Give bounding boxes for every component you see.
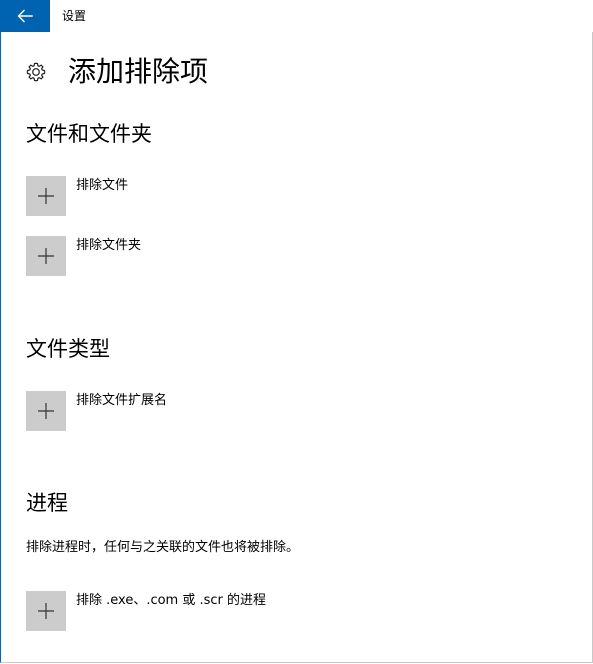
plus-tile: [26, 236, 66, 276]
plus-icon: [38, 188, 54, 204]
exclude-file-button[interactable]: 排除文件: [26, 176, 128, 216]
exclude-process-label: 排除 .exe、.com 或 .scr 的进程: [76, 593, 267, 608]
back-button[interactable]: [0, 0, 50, 32]
exclude-process-button[interactable]: 排除 .exe、.com 或 .scr 的进程: [26, 591, 266, 631]
plus-tile: [26, 391, 66, 431]
plus-icon: [38, 403, 54, 419]
section-heading-file-types: 文件类型: [26, 337, 110, 361]
page-header: 添加排除项: [25, 52, 208, 92]
plus-tile: [26, 176, 66, 216]
plus-icon: [38, 603, 54, 619]
window-title: 设置: [62, 9, 87, 23]
exclude-file-label: 排除文件: [76, 178, 129, 193]
plus-tile: [26, 591, 66, 631]
window-frame: [0, 0, 593, 663]
back-arrow-icon: [17, 9, 33, 23]
page-title: 添加排除项: [68, 55, 209, 88]
section-heading-processes: 进程: [26, 491, 68, 515]
plus-icon: [38, 248, 54, 264]
exclude-folder-label: 排除文件夹: [76, 238, 142, 253]
title-bar: 设置: [0, 0, 593, 32]
section-heading-files: 文件和文件夹: [26, 122, 152, 146]
exclude-folder-button[interactable]: 排除文件夹: [26, 236, 141, 276]
processes-description: 排除进程时，任何与之关联的文件也将被排除。: [26, 540, 300, 555]
exclude-extension-button[interactable]: 排除文件扩展名: [26, 391, 167, 431]
exclude-extension-label: 排除文件扩展名: [76, 393, 168, 408]
gear-icon: [26, 62, 46, 82]
